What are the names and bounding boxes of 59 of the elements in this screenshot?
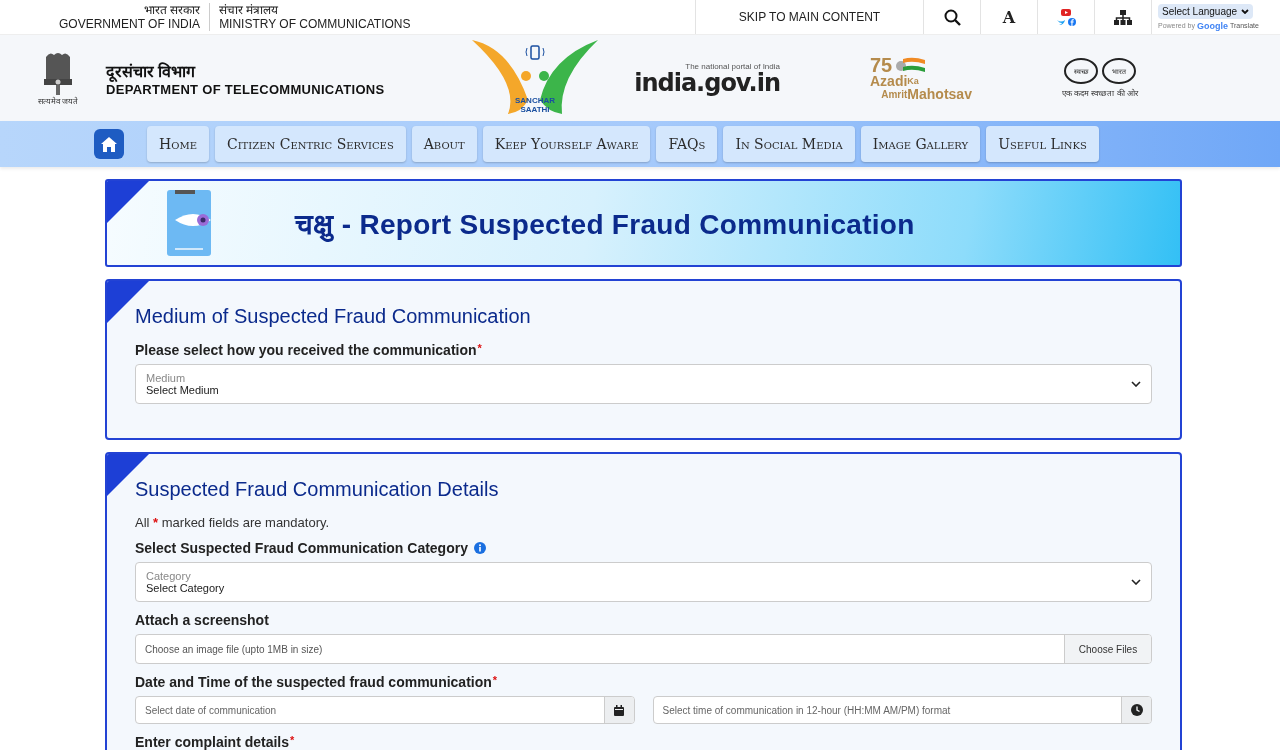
bird-icon[interactable] [1056, 17, 1065, 26]
font-size-button[interactable]: A [1002, 7, 1016, 27]
portal-tagline: The national portal of India [685, 61, 780, 71]
language-select[interactable]: Select Language [1158, 3, 1254, 19]
nav-link[interactable]: FAQs [656, 126, 718, 162]
field-label: Select Suspected Fraud Communication Category [135, 540, 468, 556]
f-icon[interactable] [1067, 17, 1076, 26]
sitemap-icon[interactable] [1114, 9, 1132, 25]
ministry-label: MINISTRY OF COMMUNICATIONS [219, 17, 411, 31]
flag-icon [895, 57, 926, 73]
nav-link[interactable]: About [411, 126, 477, 162]
phone-eye-icon [167, 190, 211, 256]
motto-label: सत्यमेव जयते [37, 95, 79, 106]
time-input-field[interactable]: Select time of communication in 12-hour (HH:MM AM/PM) format [652, 696, 1152, 724]
video-icon[interactable] [1061, 8, 1071, 16]
logo-word: Ka [907, 76, 920, 88]
mandatory-note: All * marked fields are mandatory. [135, 515, 331, 530]
chevron-down-icon [1131, 381, 1141, 387]
required-marker: * [290, 734, 295, 746]
nav-link[interactable]: Keep Yourself Aware [482, 126, 651, 162]
select-dropdown[interactable]: Medium Select Medium [135, 364, 1152, 404]
field-label: Attach a screenshot [135, 612, 269, 628]
logo-word: Mahotsav [907, 88, 972, 101]
select-dropdown[interactable]: Category Select Category [135, 562, 1152, 602]
skip-link[interactable]: SKIP TO MAIN CONTENT [695, 0, 923, 34]
required-marker: * [477, 342, 482, 354]
info-icon[interactable] [473, 542, 486, 554]
logo-word: Azadi [870, 75, 908, 88]
date-input-field[interactable]: Select date of communication [135, 696, 635, 724]
department-hindi-name: दूरसंचार विभाग [106, 61, 197, 82]
field-label: Enter complaint details [135, 734, 290, 750]
field-label: Please select how you received the communication [135, 342, 477, 358]
page-title: चक्षु - Report Suspected Fraud Communication [295, 208, 915, 242]
nav-link[interactable]: In Social Media [723, 126, 855, 162]
google-label: Google [1196, 20, 1228, 31]
ministry-hindi-label: संचार मंत्रालय [219, 3, 280, 17]
home-button[interactable] [94, 129, 124, 159]
nav-link[interactable]: Home [147, 126, 209, 162]
department-name: DEPARTMENT OF TELECOMMUNICATIONS [106, 81, 386, 97]
logo-word: Amrit [880, 89, 908, 101]
logo-number: 75 [870, 55, 893, 75]
field-label: Date and Time of the suspected fraud communication [135, 674, 492, 690]
nav-link[interactable]: Useful Links [986, 126, 1099, 162]
nav-link[interactable]: Citizen Centric Services [214, 126, 406, 162]
chevron-down-icon [1241, 8, 1250, 14]
chevron-down-icon [1131, 579, 1141, 585]
government-hindi-label: भारत सरकार [142, 3, 201, 17]
calendar-icon[interactable] [614, 704, 624, 716]
clock-icon[interactable] [1130, 704, 1143, 716]
government-label: GOVERNMENT OF INDIA [59, 17, 201, 31]
section-title: Medium of Suspected Fraud Communication [135, 305, 532, 328]
nav-link[interactable]: Image Gallery [860, 126, 981, 162]
logo-label: SANCHAR SAATHI [514, 96, 556, 114]
portal-logo-text: india.gov.in [634, 70, 780, 95]
house-icon [100, 135, 118, 153]
logo-slogan: एक कदम स्वच्छता की ओर [1062, 87, 1138, 98]
section-title: Suspected Fraud Communication Details [135, 478, 500, 501]
required-marker: * [492, 674, 498, 686]
search-icon[interactable] [943, 8, 961, 26]
